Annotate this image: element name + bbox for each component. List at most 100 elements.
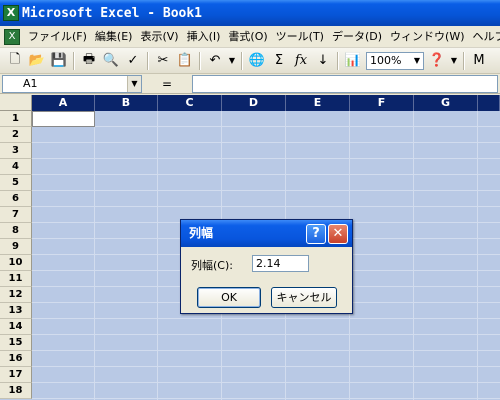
- column-header-h[interactable]: [478, 95, 500, 111]
- formula-input[interactable]: [192, 74, 498, 93]
- column-header-g[interactable]: G: [414, 95, 478, 111]
- menu-file[interactable]: ファイル(F): [24, 27, 91, 47]
- help-icon[interactable]: ❓: [426, 50, 448, 72]
- gridline: [32, 190, 500, 191]
- gridline: [32, 350, 500, 351]
- undo-icon[interactable]: ↶: [204, 50, 226, 72]
- cancel-button[interactable]: キャンセル: [271, 287, 337, 308]
- function-icon[interactable]: fx: [290, 50, 312, 72]
- row-header[interactable]: 5: [0, 175, 32, 191]
- row-header[interactable]: 18: [0, 383, 32, 399]
- row-header[interactable]: 17: [0, 367, 32, 383]
- row-header[interactable]: 12: [0, 287, 32, 303]
- menu-window[interactable]: ウィンドウ(W): [386, 27, 468, 47]
- select-all-corner[interactable]: [0, 95, 32, 111]
- row-header[interactable]: 13: [0, 303, 32, 319]
- hyperlink-icon[interactable]: 🌐: [246, 50, 268, 72]
- formula-bar: A1 ▼ =: [0, 74, 500, 94]
- row-header[interactable]: 6: [0, 191, 32, 207]
- chevron-down-icon[interactable]: ▼: [127, 75, 141, 92]
- row-header[interactable]: 2: [0, 127, 32, 143]
- help-button[interactable]: ?: [306, 224, 326, 244]
- gridline: [94, 111, 95, 400]
- toolbar-separator: [337, 51, 339, 70]
- active-cell-a1[interactable]: [32, 111, 95, 127]
- new-file-icon[interactable]: 🗋: [4, 50, 26, 72]
- print-preview-icon[interactable]: 🔍: [100, 50, 122, 72]
- undo-dropdown-icon[interactable]: ▼: [226, 50, 238, 72]
- row-header[interactable]: 16: [0, 351, 32, 367]
- window-title: Microsoft Excel - Book1: [22, 5, 203, 21]
- save-icon[interactable]: 💾: [48, 50, 70, 72]
- zoom-value: 100%: [370, 54, 402, 67]
- paste-icon[interactable]: 📋: [174, 50, 196, 72]
- toolbar-separator: [241, 51, 243, 70]
- gridline: [32, 398, 500, 399]
- row-header[interactable]: 14: [0, 319, 32, 335]
- column-header-d[interactable]: D: [222, 95, 286, 111]
- menu-tools[interactable]: ツール(T): [272, 27, 328, 47]
- row-header[interactable]: 9: [0, 239, 32, 255]
- cut-icon[interactable]: ✂: [152, 50, 174, 72]
- column-header-c[interactable]: C: [158, 95, 222, 111]
- gridline: [32, 382, 500, 383]
- name-box[interactable]: A1 ▼: [2, 74, 142, 93]
- name-box-value: A1: [23, 77, 38, 90]
- column-width-dialog: 列幅 ? ✕ 列幅(C): 2.14 OK キャンセル: [180, 219, 353, 314]
- column-width-label: 列幅(C):: [191, 259, 233, 272]
- open-folder-icon[interactable]: 📂: [26, 50, 48, 72]
- column-header-a[interactable]: A: [32, 95, 95, 111]
- gridline: [32, 158, 500, 159]
- row-header[interactable]: 1: [0, 111, 32, 127]
- row-header[interactable]: 10: [0, 255, 32, 271]
- font-box[interactable]: M: [468, 50, 490, 72]
- window-titlebar: X Microsoft Excel - Book1: [0, 0, 500, 26]
- row-header[interactable]: 8: [0, 223, 32, 239]
- gridline: [32, 142, 500, 143]
- gridline: [32, 366, 500, 367]
- row-header[interactable]: 3: [0, 143, 32, 159]
- sort-icon[interactable]: ↓: [312, 50, 334, 72]
- row-header[interactable]: 15: [0, 335, 32, 351]
- menu-edit[interactable]: 編集(E): [91, 27, 137, 47]
- standard-toolbar: 🗋 📂 💾 🖶 🔍 ✓ ✂ 📋 ↶ ▼ 🌐 Σ fx ↓ 📊 100% ▼ ❓ …: [0, 48, 500, 74]
- row-header[interactable]: 4: [0, 159, 32, 175]
- formula-equals-sign[interactable]: =: [142, 77, 192, 91]
- dialog-title: 列幅: [181, 220, 352, 247]
- print-icon[interactable]: 🖶: [78, 50, 100, 72]
- gridline: [477, 111, 478, 400]
- chevron-down-icon[interactable]: ▼: [411, 53, 423, 69]
- gridline: [157, 111, 158, 400]
- gridline: [413, 111, 414, 400]
- column-width-input[interactable]: 2.14: [252, 255, 309, 272]
- autosum-icon[interactable]: Σ: [268, 50, 290, 72]
- toolbar-separator: [73, 51, 75, 70]
- menu-data[interactable]: データ(D): [328, 27, 386, 47]
- toolbar-separator: [463, 51, 465, 70]
- toolbar-options-icon[interactable]: ▼: [448, 50, 460, 72]
- workbook-icon[interactable]: X: [4, 28, 20, 45]
- menu-insert[interactable]: 挿入(I): [183, 27, 225, 47]
- gridline: [32, 206, 500, 207]
- ok-button[interactable]: OK: [197, 287, 261, 308]
- menu-bar: X ファイル(F) 編集(E) 表示(V) 挿入(I) 書式(O) ツール(T)…: [0, 26, 500, 48]
- menu-help[interactable]: ヘルプ(H): [469, 27, 500, 47]
- gridline: [32, 318, 500, 319]
- chart-wizard-icon[interactable]: 📊: [342, 50, 364, 72]
- gridline: [32, 174, 500, 175]
- row-header[interactable]: 7: [0, 207, 32, 223]
- column-header-e[interactable]: E: [286, 95, 350, 111]
- gridline: [32, 126, 500, 127]
- menu-view[interactable]: 表示(V): [136, 27, 182, 47]
- excel-icon: X: [3, 5, 19, 21]
- close-button[interactable]: ✕: [328, 224, 348, 244]
- gridline: [32, 334, 500, 335]
- column-header-b[interactable]: B: [95, 95, 158, 111]
- row-header[interactable]: 11: [0, 271, 32, 287]
- spellcheck-icon[interactable]: ✓: [122, 50, 144, 72]
- toolbar-separator: [199, 51, 201, 70]
- zoom-select[interactable]: 100% ▼: [366, 51, 424, 70]
- menu-format[interactable]: 書式(O): [224, 27, 271, 47]
- column-header-f[interactable]: F: [350, 95, 414, 111]
- toolbar-separator: [147, 51, 149, 70]
